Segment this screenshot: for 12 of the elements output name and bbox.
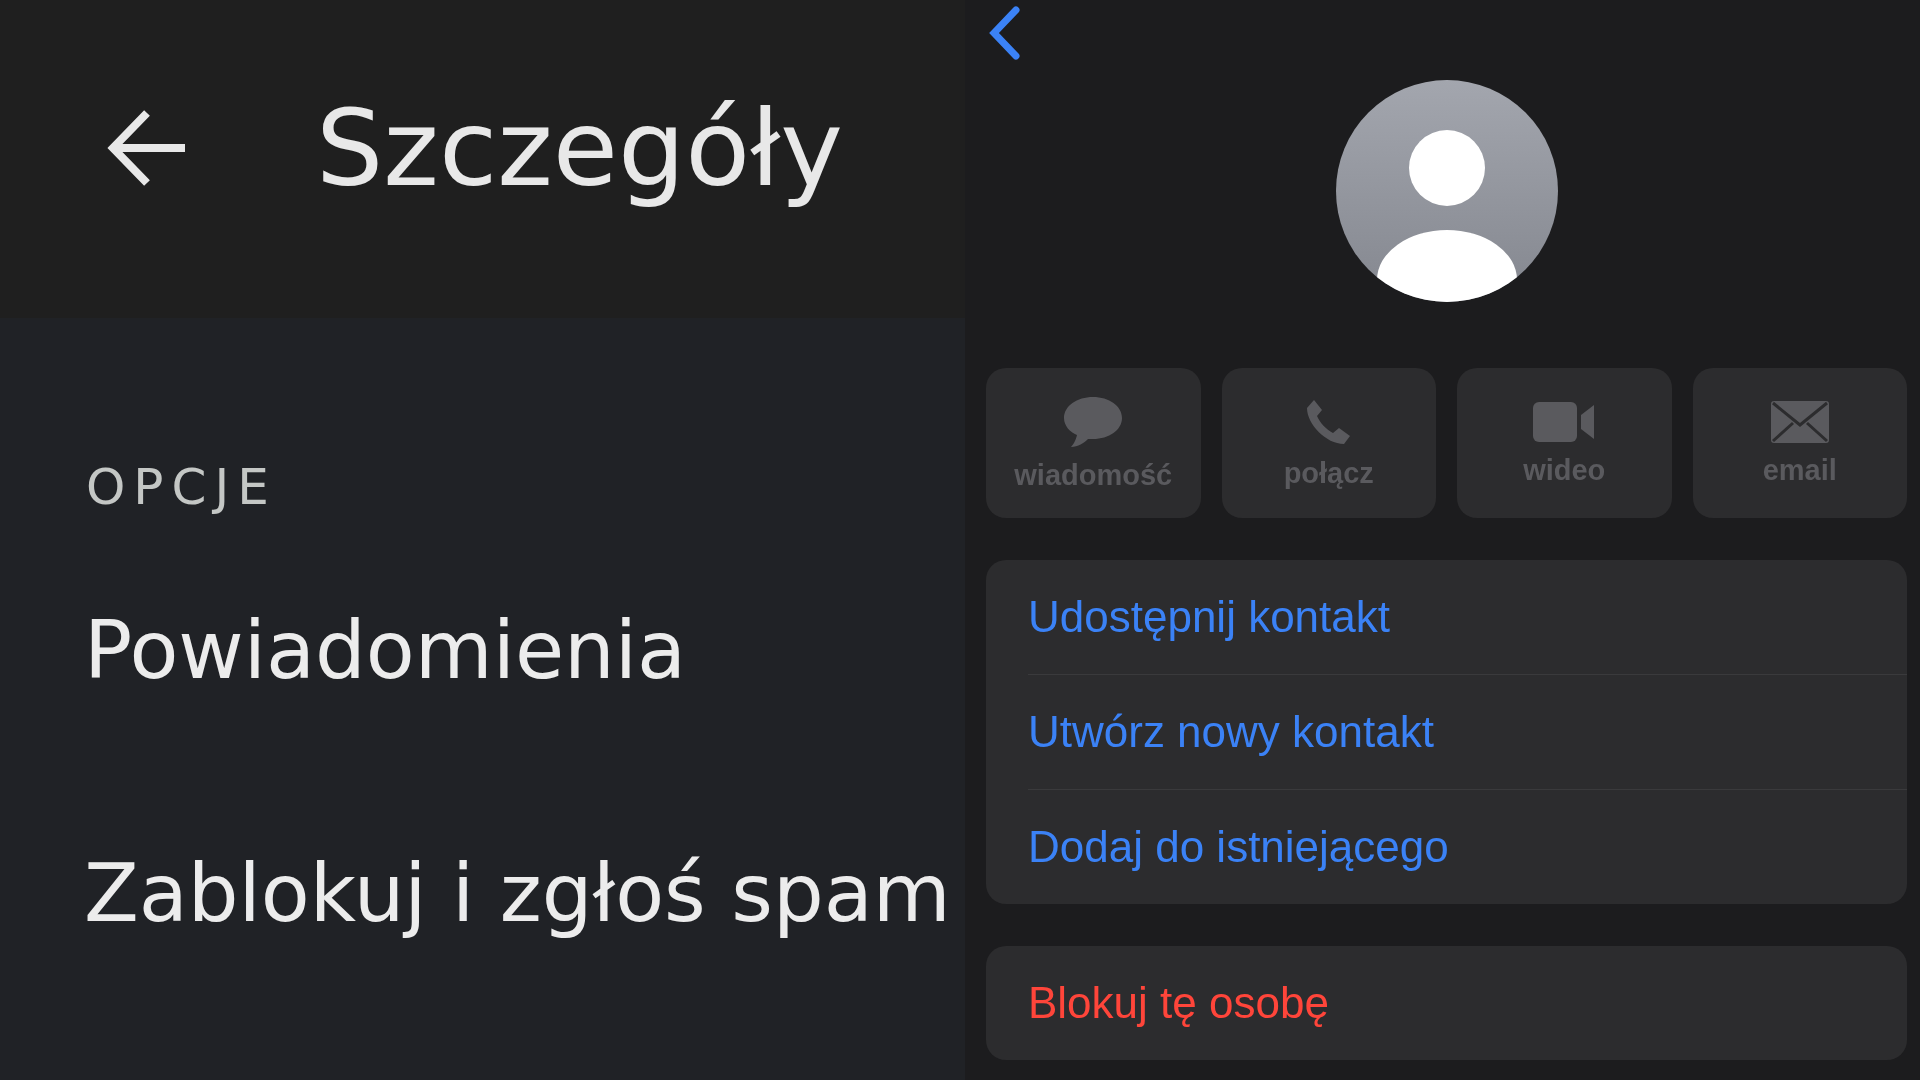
avatar-icon [1335,80,1558,302]
section-label: OPCJE [86,458,278,516]
block-contact-option[interactable]: Blokuj tę osobę [986,946,1907,1060]
screen-title: Szczegóły [316,86,844,210]
menu-item[interactable]: Zablokuj i zgłoś spam [84,847,965,940]
contact-option[interactable]: Dodaj do istniejącego [986,790,1907,904]
envelope-icon [1769,399,1830,444]
contact-option[interactable]: Udostępnij kontakt [986,560,1907,674]
video-camera-icon [1532,399,1597,444]
speech-bubble-icon [1062,394,1125,449]
menu-item[interactable]: Powiadomienia [84,604,965,697]
contact-option[interactable]: Utwórz nowy kontakt [986,675,1907,789]
